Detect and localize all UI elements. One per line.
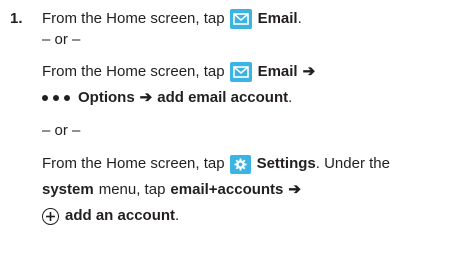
options-label: Options: [78, 89, 135, 106]
instruction-line: add an account.: [42, 206, 179, 226]
email-label: Email: [257, 10, 298, 27]
arrow: ➔: [302, 63, 316, 80]
punctuation: .: [297, 10, 302, 27]
settings-gear-icon: [229, 154, 251, 174]
instruction-line: From the Home screen, tap Settings. Unde…: [42, 154, 390, 174]
instruction-line: From the Home screen, tap Email ➔: [42, 62, 315, 82]
email-envelope-icon: [229, 62, 252, 82]
email-accounts-label: email+accounts: [170, 181, 284, 198]
email-label: Email: [257, 63, 298, 80]
instruction-text: From the Home screen, tap: [42, 10, 225, 27]
or-separator: – or –: [42, 121, 80, 141]
add-an-account-label: add an account: [65, 207, 176, 224]
arrow: ➔: [139, 89, 153, 106]
add-email-account-label: add email account: [157, 89, 289, 106]
step-number: 1.: [10, 10, 23, 27]
instruction-line: From the Home screen, tap Email.: [42, 9, 302, 29]
settings-label: Settings: [256, 155, 316, 172]
plus-circle-icon: [42, 207, 59, 225]
instruction-line: Options ➔ add email account.: [42, 88, 292, 108]
or-separator: – or –: [42, 30, 80, 50]
instruction-text: From the Home screen, tap: [42, 63, 225, 80]
instruction-text: menu, tap: [98, 181, 166, 198]
more-options-dots-icon: [42, 95, 70, 101]
or-text: – or –: [42, 31, 81, 48]
instruction-text: From the Home screen, tap: [42, 155, 225, 172]
email-envelope-icon: [229, 9, 252, 29]
punctuation: .: [175, 207, 180, 224]
or-text: – or –: [42, 122, 81, 139]
instruction-page: 1. From the Home screen, tap Email. – or…: [0, 0, 451, 253]
arrow: ➔: [288, 181, 301, 198]
punctuation: .: [288, 89, 293, 106]
system-label: system: [42, 181, 94, 198]
instruction-text: . Under the: [315, 155, 390, 172]
instruction-line: system menu, tap email+accounts ➔: [42, 180, 301, 200]
